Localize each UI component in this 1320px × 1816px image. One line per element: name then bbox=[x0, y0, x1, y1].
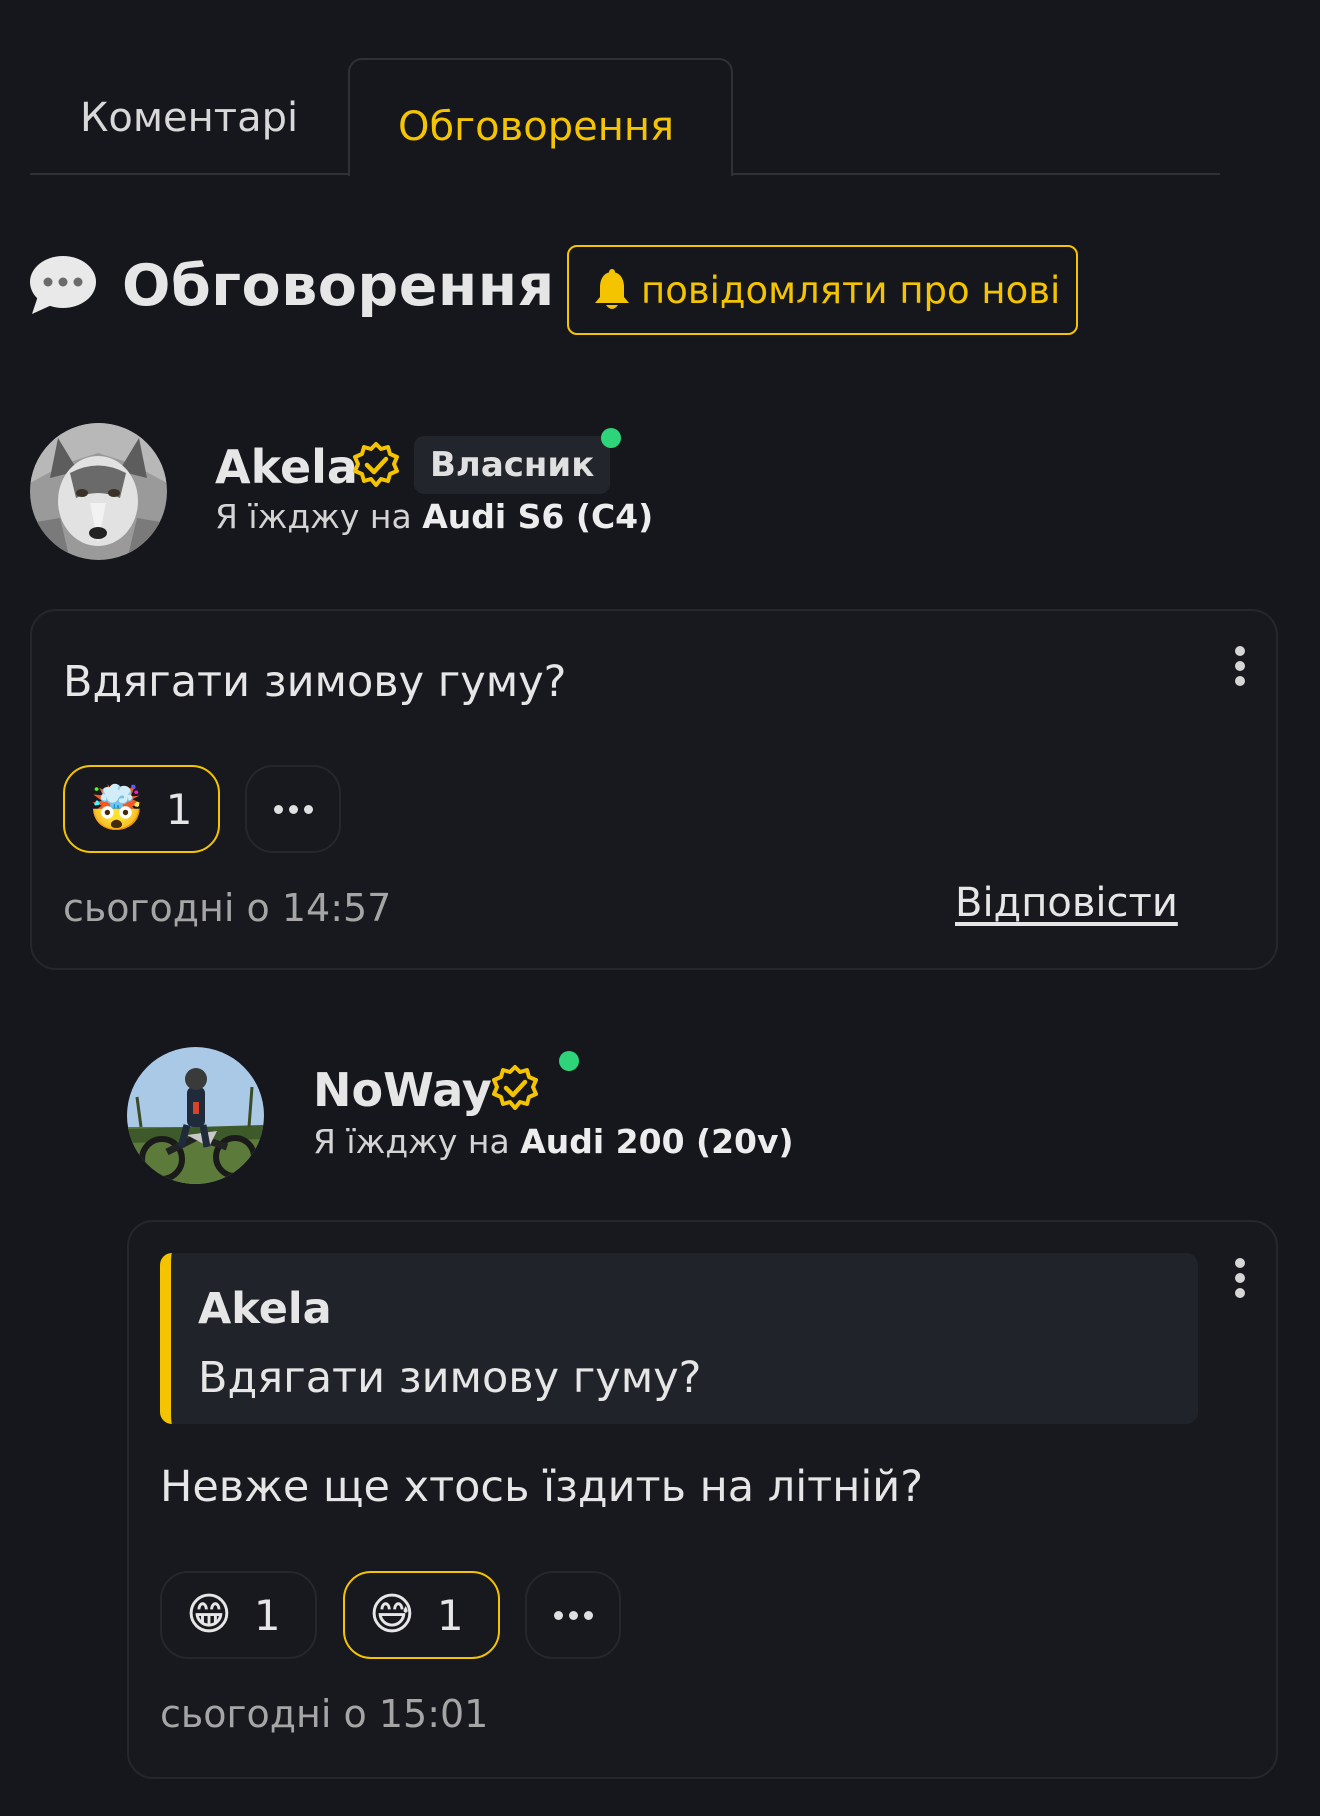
post-menu-button[interactable] bbox=[1232, 646, 1248, 692]
reply-timestamp: сьогодні о 15:01 bbox=[160, 1692, 489, 1736]
car-link[interactable]: Audi S6 (C4) bbox=[422, 497, 653, 536]
reply-text: Невже ще хтось їздить на літній? bbox=[160, 1462, 924, 1512]
notify-new-button[interactable]: повідомляти про нові bbox=[567, 245, 1078, 335]
avatar-noway[interactable] bbox=[127, 1047, 264, 1184]
car-link[interactable]: Audi 200 (20v) bbox=[520, 1122, 793, 1161]
quote-text: Вдягати зимову гуму? bbox=[198, 1353, 702, 1403]
author-car: Я їжджу на Audi S6 (C4) bbox=[215, 497, 653, 536]
section-title: Обговорення bbox=[122, 253, 555, 319]
post-timestamp: сьогодні о 14:57 bbox=[63, 886, 392, 930]
reaction-count: 1 bbox=[165, 784, 193, 834]
motorbike-avatar-image bbox=[127, 1047, 264, 1184]
bell-icon bbox=[595, 269, 629, 309]
grin-emoji-icon: 😁 bbox=[186, 1589, 232, 1640]
author-name[interactable]: Akela bbox=[215, 440, 358, 494]
add-reaction-button[interactable] bbox=[245, 765, 341, 853]
speech-bubble-icon bbox=[30, 256, 96, 314]
add-reaction-button[interactable] bbox=[525, 1571, 621, 1659]
drives-prefix: Я їжджу на bbox=[215, 497, 412, 536]
author-car: Я їжджу на Audi 200 (20v) bbox=[313, 1122, 794, 1161]
tab-discussion[interactable]: Обговорення bbox=[348, 58, 733, 176]
post-text: Вдягати зимову гуму? bbox=[63, 657, 567, 707]
author-name[interactable]: NoWay bbox=[313, 1063, 492, 1117]
reaction-mind-blown[interactable]: 🤯 1 bbox=[63, 765, 220, 853]
tab-comments[interactable]: Коментарі bbox=[80, 98, 298, 138]
reaction-grin[interactable]: 😁 1 bbox=[160, 1571, 317, 1659]
grin-sweat-emoji-icon: 😅 bbox=[369, 1589, 415, 1640]
reaction-grin-sweat[interactable]: 😅 1 bbox=[343, 1571, 500, 1659]
wolf-avatar-image bbox=[30, 423, 167, 560]
reply-menu-button[interactable] bbox=[1232, 1258, 1248, 1304]
notify-new-label: повідомляти про нові bbox=[641, 268, 1061, 312]
avatar-akela[interactable] bbox=[30, 423, 167, 560]
verified-badge-icon bbox=[492, 1065, 538, 1110]
reaction-count: 1 bbox=[436, 1590, 464, 1640]
online-indicator bbox=[601, 428, 621, 448]
mind-blown-emoji-icon: 🤯 bbox=[89, 783, 144, 834]
verified-badge-icon bbox=[353, 442, 399, 487]
online-indicator bbox=[559, 1051, 579, 1071]
quote-author: Akela bbox=[198, 1284, 332, 1334]
tab-discussion-label: Обговорення bbox=[398, 104, 675, 150]
owner-badge: Власник bbox=[414, 436, 611, 494]
reply-link[interactable]: Відповісти bbox=[955, 880, 1178, 926]
drives-prefix: Я їжджу на bbox=[313, 1122, 510, 1161]
reaction-count: 1 bbox=[253, 1590, 281, 1640]
